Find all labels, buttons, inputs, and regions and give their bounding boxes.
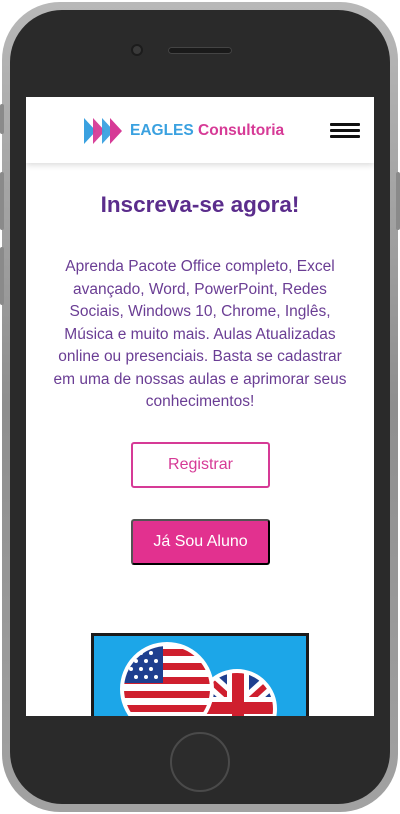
brand-name: EAGLES Consultoria: [130, 122, 284, 140]
side-button-volume-down: [0, 247, 4, 305]
site-header: EAGLES Consultoria: [26, 97, 374, 163]
side-button-volume-up: [0, 172, 4, 230]
already-student-button[interactable]: Já Sou Aluno: [131, 519, 270, 565]
side-button-power: [396, 172, 400, 230]
earpiece-speaker: [168, 47, 232, 54]
brand-logo[interactable]: EAGLES Consultoria: [84, 118, 284, 144]
page-description: Aprenda Pacote Office completo, Excel av…: [53, 258, 347, 410]
home-button[interactable]: [170, 732, 230, 792]
screen: EAGLES Consultoria Inscreva-se agora! Ap…: [26, 97, 374, 716]
page-title: Inscreva-se agora!: [100, 192, 300, 217]
eagles-chevron-logo-icon: [84, 118, 122, 144]
front-camera: [131, 44, 143, 56]
register-button[interactable]: Registrar: [131, 442, 270, 488]
usa-uk-flags-image: [91, 633, 309, 716]
brand-name-part1: EAGLES: [130, 122, 194, 139]
hamburger-menu-icon[interactable]: [330, 123, 360, 138]
side-button-mute: [0, 104, 4, 134]
brand-name-part2: Consultoria: [198, 122, 285, 139]
